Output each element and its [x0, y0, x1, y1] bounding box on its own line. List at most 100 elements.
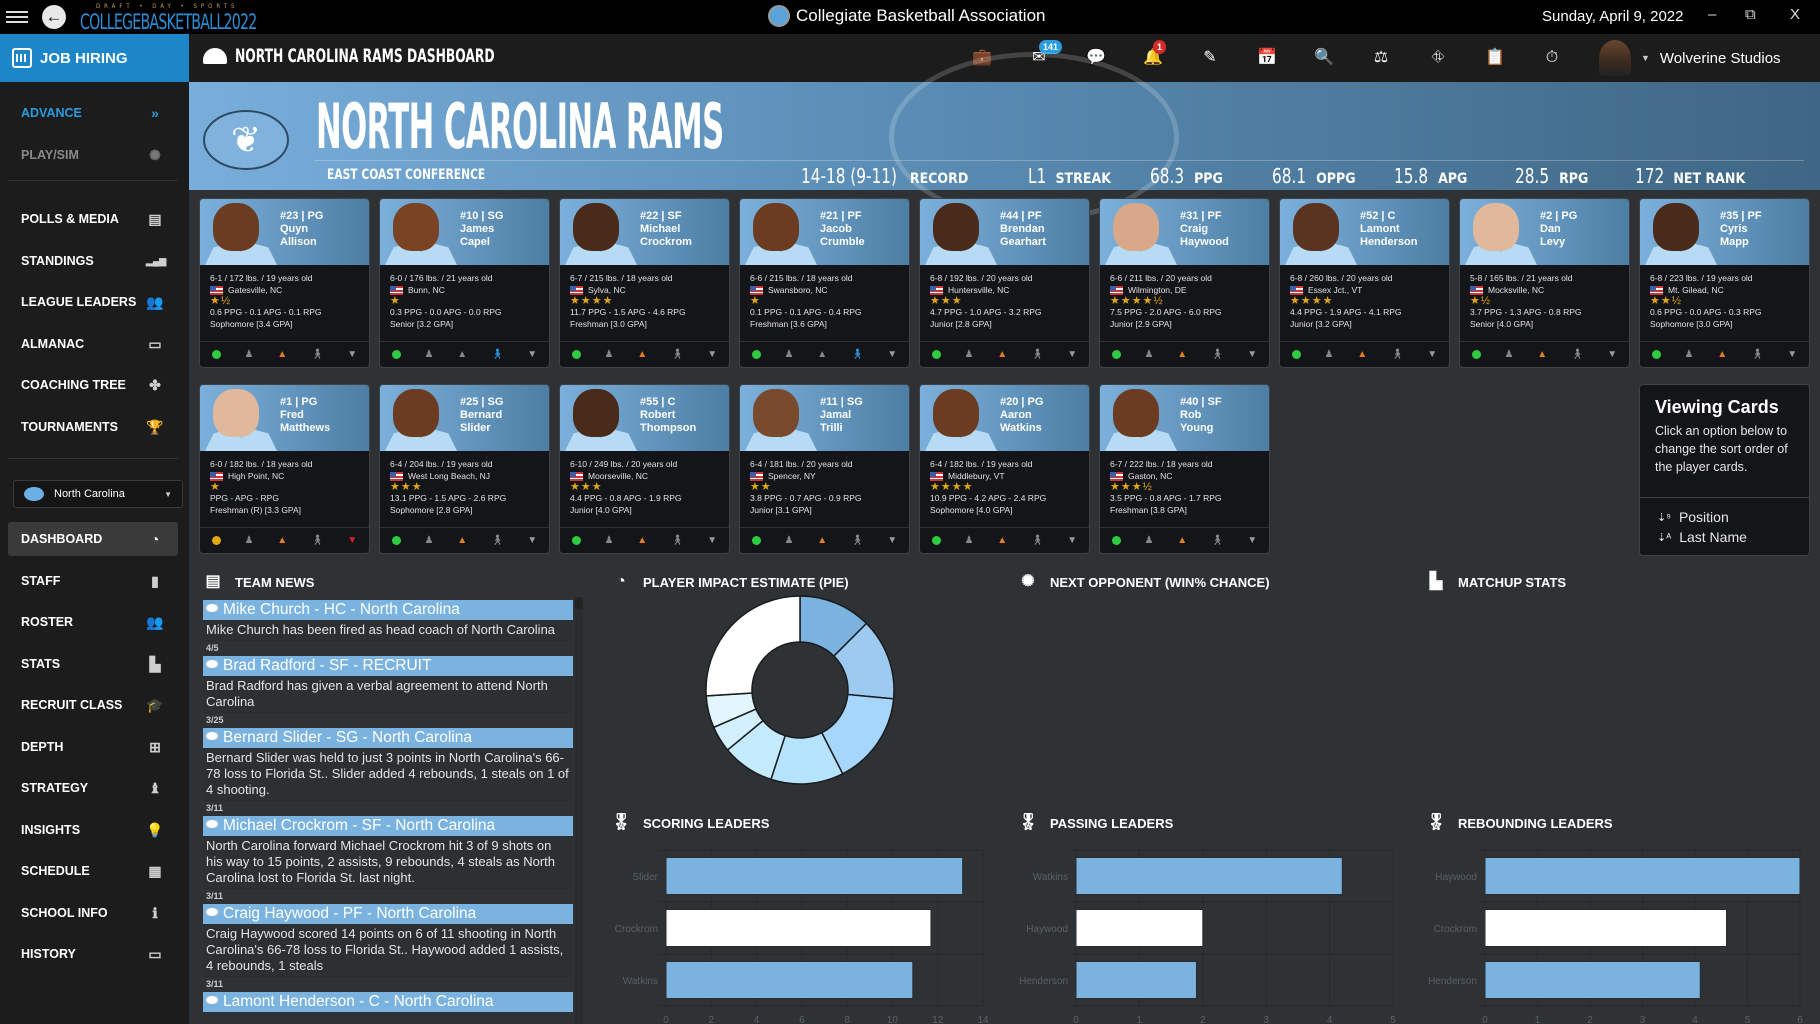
- bar[interactable]: [1484, 857, 1801, 895]
- person-icon[interactable]: ♟: [965, 535, 974, 546]
- player-card[interactable]: #2 | PG Dan Levy 5-8 / 165 lbs. / 21 years …: [1459, 198, 1630, 368]
- player-card[interactable]: #55 | C Robert Thompson 6-10 / 249 lbs. / 2…: [559, 384, 730, 554]
- graduation-cap-icon[interactable]: ▲: [1537, 349, 1547, 360]
- bar[interactable]: [1075, 909, 1204, 947]
- jersey-icon[interactable]: ▼: [707, 535, 717, 546]
- walking-icon[interactable]: 🚶︎: [1391, 349, 1404, 360]
- sidebar-item-history[interactable]: HISTORY ▭: [8, 937, 178, 971]
- user-menu[interactable]: ▼ Wolverine Studios: [1599, 40, 1781, 76]
- person-icon[interactable]: ♟: [1325, 349, 1334, 360]
- calendar-check-icon[interactable]: 📅: [1257, 48, 1277, 68]
- news-item[interactable]: Brad Radford - SF - RECRUIT Brad Radford …: [203, 656, 573, 728]
- mood-icon[interactable]: [1651, 350, 1661, 359]
- walking-icon[interactable]: 🚶︎: [311, 535, 324, 546]
- scrollbar-thumb[interactable]: [575, 597, 583, 609]
- graduation-cap-icon[interactable]: ▲: [1717, 349, 1727, 360]
- person-icon[interactable]: ♟: [965, 349, 974, 360]
- team-select-dropdown[interactable]: North Carolina ▼: [13, 480, 183, 508]
- person-icon[interactable]: ♟: [1505, 349, 1514, 360]
- sidebar-item-strategy[interactable]: STRATEGY ♝: [8, 771, 178, 805]
- player-card[interactable]: #21 | PF Jacob Crumble 6-6 / 215 lbs. / 18 …: [739, 198, 910, 368]
- person-icon[interactable]: ♟: [425, 349, 434, 360]
- player-card[interactable]: #23 | PG Quyn Allison 6-1 / 172 lbs. / 19 y…: [199, 198, 370, 368]
- minimize-button[interactable]: –: [1708, 6, 1716, 23]
- jersey-icon[interactable]: ▼: [1787, 349, 1797, 360]
- player-card[interactable]: #44 | PF Brendan Gearhart 6-8 / 192 lbs. / …: [919, 198, 1090, 368]
- mood-icon[interactable]: [1111, 536, 1121, 545]
- graduation-cap-icon[interactable]: ▲: [457, 349, 467, 360]
- jersey-icon[interactable]: ▼: [527, 349, 537, 360]
- mood-icon[interactable]: [211, 350, 221, 359]
- graduation-cap-icon[interactable]: ▲: [1357, 349, 1367, 360]
- sidebar-item-almanac[interactable]: ALMANAC ▭: [8, 327, 178, 361]
- graduation-cap-icon[interactable]: ▲: [457, 535, 467, 546]
- walking-icon[interactable]: 🚶︎: [1571, 349, 1584, 360]
- player-card[interactable]: #22 | SF Michael Crockrom 6-7 / 215 lbs. / …: [559, 198, 730, 368]
- road-icon[interactable]: ⛗: [1428, 48, 1448, 68]
- walking-icon[interactable]: 🚶︎: [671, 349, 684, 360]
- sidebar-item-depth[interactable]: DEPTH ⊞: [8, 730, 178, 764]
- team-news-list[interactable]: Mike Church - HC - North Carolina Mike Ch…: [203, 600, 573, 1024]
- graduation-cap-icon[interactable]: ▲: [817, 535, 827, 546]
- bar[interactable]: [665, 909, 932, 947]
- walking-icon[interactable]: 🚶︎: [1211, 349, 1224, 360]
- back-arrow-icon[interactable]: ←: [42, 5, 66, 29]
- person-icon[interactable]: ♟: [245, 535, 254, 546]
- jersey-icon[interactable]: ▼: [1067, 349, 1077, 360]
- walking-icon[interactable]: 🚶︎: [311, 349, 324, 360]
- walking-icon[interactable]: 🚶︎: [671, 535, 684, 546]
- scales-icon[interactable]: ⚖: [1371, 48, 1391, 68]
- bell-icon[interactable]: 🔔 1: [1143, 40, 1167, 68]
- bar[interactable]: [1075, 857, 1343, 895]
- news-item[interactable]: Michael Crockrom - SF - North Carolina No…: [203, 816, 573, 904]
- graduation-cap-icon[interactable]: ▲: [1177, 349, 1187, 360]
- person-icon[interactable]: ♟: [605, 535, 614, 546]
- bar[interactable]: [665, 857, 964, 895]
- jersey-icon[interactable]: ▼: [347, 349, 357, 360]
- sidebar-item-recruit-class[interactable]: RECRUIT CLASS 🎓: [8, 688, 178, 722]
- sidebar-item-advance[interactable]: ADVANCE »: [8, 96, 178, 130]
- job-hiring-button[interactable]: JOB HIRING: [0, 34, 189, 82]
- mood-icon[interactable]: [1111, 350, 1121, 359]
- walking-icon[interactable]: 🚶︎: [491, 535, 504, 546]
- graduation-cap-icon[interactable]: ▲: [997, 535, 1007, 546]
- sidebar-item-school-info[interactable]: SCHOOL INFO ℹ: [8, 896, 178, 930]
- sidebar-item-coaching-tree[interactable]: COACHING TREE ✤: [8, 368, 178, 402]
- person-icon[interactable]: ♟: [785, 535, 794, 546]
- jersey-icon[interactable]: ▼: [887, 535, 897, 546]
- walking-icon[interactable]: 🚶︎: [1031, 535, 1044, 546]
- clipboard-icon[interactable]: 📋: [1485, 48, 1505, 68]
- news-item[interactable]: Craig Haywood - PF - North Carolina Craig…: [203, 904, 573, 992]
- sidebar-item-dashboard[interactable]: DASHBOARD ◔: [8, 522, 178, 556]
- graduation-cap-icon[interactable]: ▲: [817, 349, 827, 360]
- jersey-icon[interactable]: ▼: [887, 349, 897, 360]
- player-card[interactable]: #1 | PG Fred Matthews 6-0 / 182 lbs. / 18 y…: [199, 384, 370, 554]
- jersey-icon[interactable]: ▼: [347, 535, 357, 546]
- news-item[interactable]: Mike Church - HC - North Carolina Mike Ch…: [203, 600, 573, 656]
- sort-by-position-option[interactable]: ⇣⁹ Position: [1657, 509, 1729, 525]
- player-card[interactable]: #35 | PF Cyris Mapp 6-8 / 223 lbs. / 19 yea…: [1639, 198, 1810, 368]
- bar[interactable]: [1484, 961, 1701, 999]
- mood-icon[interactable]: [931, 536, 941, 545]
- hamburger-menu-icon[interactable]: [6, 6, 28, 28]
- sidebar-item-stats[interactable]: STATS ▙: [8, 647, 178, 681]
- person-icon[interactable]: ♟: [605, 349, 614, 360]
- news-headline[interactable]: Craig Haywood - PF - North Carolina: [203, 904, 573, 924]
- walking-icon[interactable]: 🚶︎: [1211, 535, 1224, 546]
- person-icon[interactable]: ♟: [1145, 535, 1154, 546]
- graduation-cap-icon[interactable]: ▲: [1177, 535, 1187, 546]
- mood-icon[interactable]: [211, 536, 221, 545]
- player-card[interactable]: #10 | SG James Capel 6-0 / 176 lbs. / 21 ye…: [379, 198, 550, 368]
- graduation-cap-icon[interactable]: ▲: [997, 349, 1007, 360]
- news-headline[interactable]: Michael Crockrom - SF - North Carolina: [203, 816, 573, 836]
- player-card[interactable]: #31 | PF Craig Haywood 6-6 / 211 lbs. / 20 …: [1099, 198, 1270, 368]
- jersey-icon[interactable]: ▼: [527, 535, 537, 546]
- walking-icon[interactable]: 🚶︎: [851, 535, 864, 546]
- sidebar-item-insights[interactable]: INSIGHTS 💡: [8, 813, 178, 847]
- restore-button[interactable]: ⧉: [1745, 6, 1756, 23]
- close-button[interactable]: X: [1790, 6, 1800, 23]
- mood-icon[interactable]: [571, 350, 581, 359]
- player-card[interactable]: #52 | C Lamont Henderson 6-8 / 260 lbs. / 2…: [1279, 198, 1450, 368]
- player-card[interactable]: #40 | SF Rob Young 6-7 / 222 lbs. / 18 year…: [1099, 384, 1270, 554]
- news-headline[interactable]: Lamont Henderson - C - North Carolina: [203, 992, 573, 1012]
